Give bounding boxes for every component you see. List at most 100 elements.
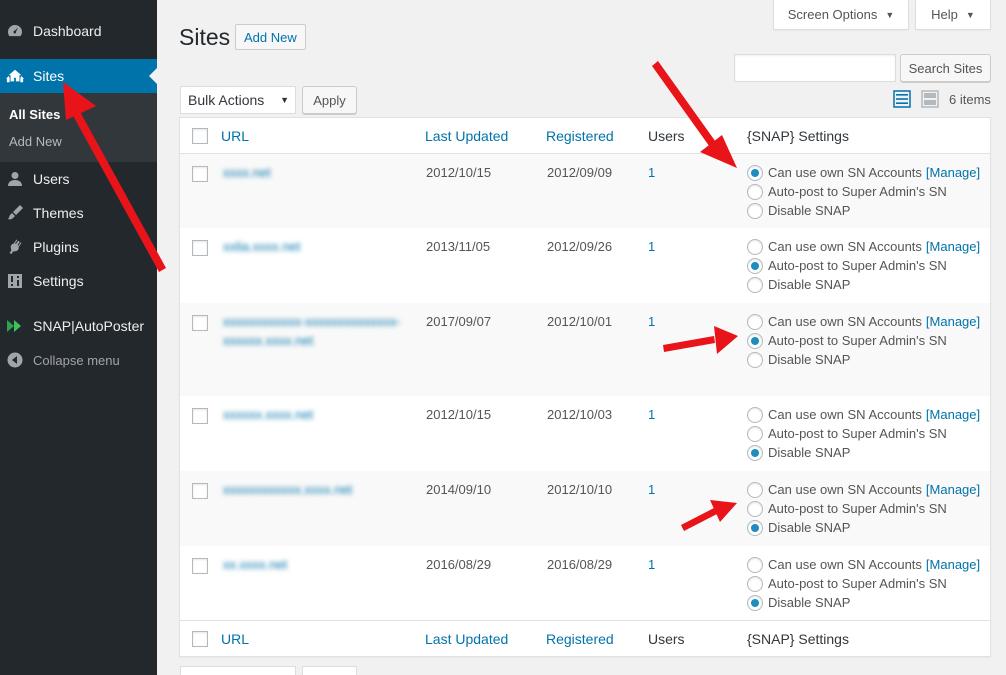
snap-radio[interactable] [747,202,763,219]
column-snap-settings: {SNAP} Settings [747,128,849,144]
last-updated-cell: 2017/09/07 [426,314,492,329]
last-updated-cell: 2012/10/15 [426,407,492,422]
apply-button[interactable]: Apply [302,86,357,114]
snap-radio[interactable] [747,164,763,181]
menu-settings[interactable]: Settings [0,264,157,298]
row-checkbox[interactable] [192,483,208,499]
users-count-link[interactable]: 1 [648,557,655,572]
snap-radio[interactable] [747,575,763,592]
users-count-link[interactable]: 1 [648,407,655,422]
screen-options-label: Screen Options [787,7,878,22]
column-snap-settings: {SNAP} Settings [747,631,849,647]
bulk-actions-select[interactable]: Bulk Actions ▼ [180,86,296,114]
manage-link[interactable]: [Manage] [926,165,980,180]
snap-radio[interactable] [747,500,763,517]
menu-sites[interactable]: Sites [0,59,157,93]
table-row: xx.xxxx.net 2016/08/29 2016/08/29 1 Can use… [180,546,990,621]
snap-radio[interactable] [747,556,763,573]
bulk-actions-select-bottom[interactable] [180,666,296,675]
list-view-icon[interactable] [893,90,911,108]
users-count-link[interactable]: 1 [648,482,655,497]
menu-label: Dashboard [33,23,102,39]
site-url-link[interactable]: xxxx.net [223,163,413,182]
menu-snap-autoposter[interactable]: SNAP|AutoPoster [0,309,157,343]
row-checkbox[interactable] [192,240,208,256]
themes-icon [6,204,24,222]
column-last-updated[interactable]: Last Updated [425,128,508,144]
snap-radio[interactable] [747,257,763,274]
collapse-menu-button[interactable]: Collapse menu [0,343,157,377]
row-checkbox[interactable] [192,408,208,424]
snap-radio[interactable] [747,183,763,200]
select-all-checkbox[interactable] [192,128,208,144]
snap-option: Can use own SN Accounts [Manage] [747,237,980,256]
snap-option: Disable SNAP [747,593,850,612]
manage-link[interactable]: [Manage] [926,557,980,572]
snap-option-label: Disable SNAP [768,203,851,218]
add-new-button[interactable]: Add New [235,24,306,50]
snap-option: Can use own SN Accounts [Manage] [747,405,980,424]
column-url[interactable]: URL [221,128,249,144]
snap-radio[interactable] [747,332,763,349]
row-checkbox[interactable] [192,558,208,574]
site-url-link[interactable]: xxlia.xxxx.net [223,237,413,256]
site-url-link[interactable]: xxxxxx.xxxx.net [223,405,413,424]
column-users: Users [648,128,685,144]
menu-label: Themes [33,205,84,221]
menu-plugins[interactable]: Plugins [0,230,157,264]
menu-label: Settings [33,273,84,289]
snap-radio[interactable] [747,238,763,255]
snap-option-label: Can use own SN Accounts [768,407,922,422]
menu-label: Plugins [33,239,79,255]
snap-radio[interactable] [747,406,763,423]
users-count-link[interactable]: 1 [648,239,655,254]
select-all-checkbox[interactable] [192,631,208,647]
site-url-link[interactable]: xx.xxxx.net [223,555,413,574]
menu-label: SNAP|AutoPoster [33,318,145,334]
column-registered[interactable]: Registered [546,128,614,144]
registered-cell: 2012/09/26 [547,239,613,254]
excerpt-view-icon[interactable] [921,90,939,108]
registered-cell: 2012/09/09 [547,165,613,180]
users-count-link[interactable]: 1 [648,165,655,180]
search-sites-button[interactable]: Search Sites [900,54,991,82]
registered-cell: 2016/08/29 [547,557,613,572]
snap-option-label: Auto-post to Super Admin's SN [768,258,947,273]
screen-options-button[interactable]: Screen Options ▼ [773,0,909,30]
snap-radio[interactable] [747,444,763,461]
apply-button-bottom[interactable] [302,666,357,675]
site-url-link[interactable]: xxxxxxxxxxxx-xxxxxxxxxxxxxx-xxxxxx.xxxx.… [223,312,413,350]
users-count-link[interactable]: 1 [648,314,655,329]
snap-radio[interactable] [747,594,763,611]
manage-link[interactable]: [Manage] [926,314,980,329]
menu-dashboard[interactable]: Dashboard [0,14,157,48]
snap-radio[interactable] [747,351,763,368]
menu-label: Collapse menu [33,352,120,368]
column-url[interactable]: URL [221,631,249,647]
snap-radio[interactable] [747,313,763,330]
snap-radio[interactable] [747,481,763,498]
manage-link[interactable]: [Manage] [926,407,980,422]
caret-down-icon: ▼ [965,9,975,20]
manage-link[interactable]: [Manage] [926,482,980,497]
snap-option: Disable SNAP [747,443,850,462]
column-last-updated[interactable]: Last Updated [425,631,508,647]
help-button[interactable]: Help ▼ [915,0,991,30]
menu-users[interactable]: Users [0,162,157,196]
site-url-link[interactable]: xxxxxxxxxxxx.xxxx.net [223,480,413,499]
table-row: xxxx.net 2012/10/15 2012/09/09 1 Can use ow… [180,154,990,228]
row-checkbox[interactable] [192,315,208,331]
row-checkbox[interactable] [192,166,208,182]
submenu-all-sites[interactable]: All Sites [9,107,60,122]
column-registered[interactable]: Registered [546,631,614,647]
snap-radio[interactable] [747,425,763,442]
snap-option-label: Can use own SN Accounts [768,482,922,497]
snap-radio[interactable] [747,276,763,293]
table-row: xxxxxxxxxxxx-xxxxxxxxxxxxxx-xxxxxx.xxxx.… [180,303,990,396]
snap-radio[interactable] [747,519,763,536]
menu-themes[interactable]: Themes [0,196,157,230]
menu-label: Sites [33,68,65,84]
manage-link[interactable]: [Manage] [926,239,980,254]
search-input[interactable] [734,54,896,82]
submenu-add-new[interactable]: Add New [9,134,62,149]
